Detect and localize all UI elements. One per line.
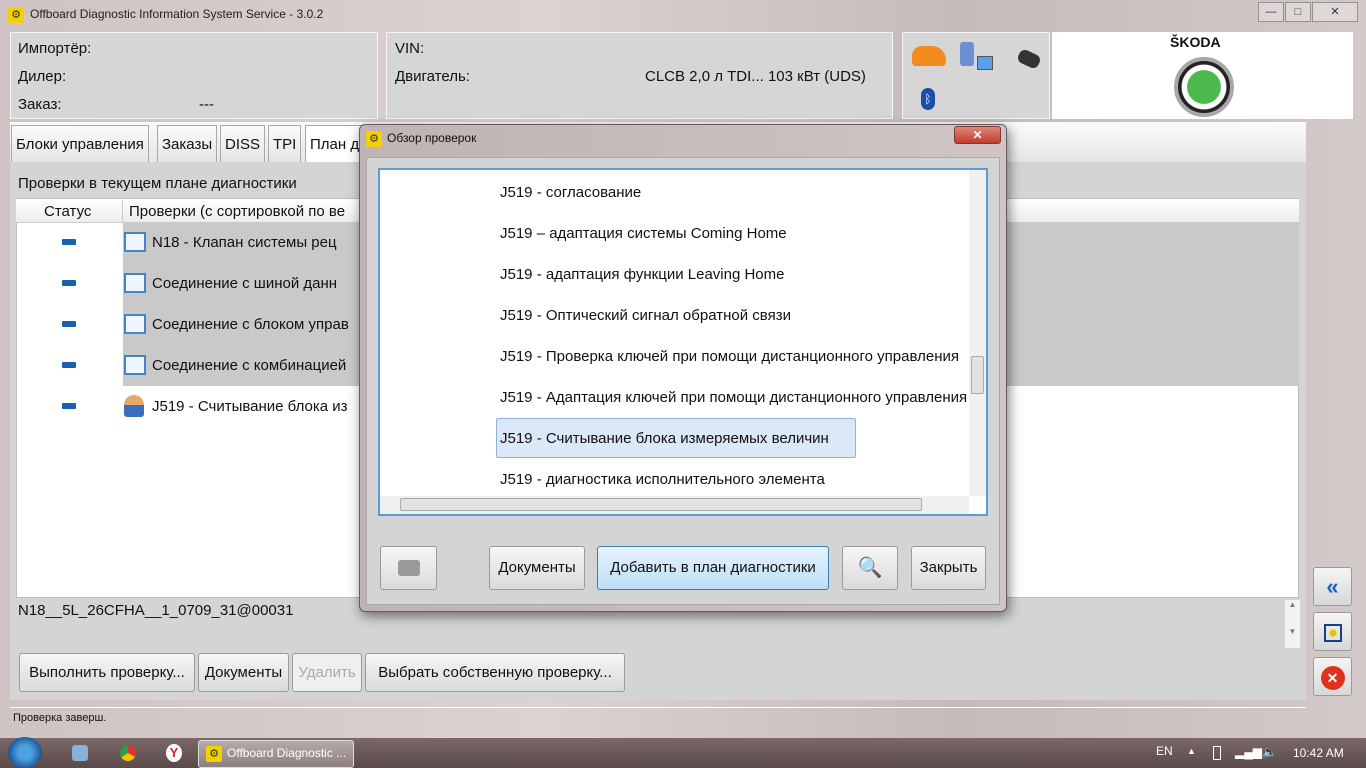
camera-button[interactable] [380,546,437,590]
run-check-button[interactable]: Выполнить проверку... [19,653,195,692]
table-row[interactable]: Соединение с комбинацией [152,357,346,374]
dialog-close-text-button[interactable]: Закрыть [911,546,986,590]
magnifier-icon: 🔍 [857,557,883,579]
search-button[interactable]: 🔍 [842,546,898,590]
taskbar-app-label: Offboard Diagnostic ... [227,746,347,760]
skoda-logo [1174,57,1234,117]
bluetooth-icon[interactable]: ᛒ [921,88,935,110]
server-network-icon[interactable] [960,42,974,66]
window-icon [124,273,146,293]
status-icon [62,362,76,368]
vertical-scroll-thumb[interactable] [971,356,984,394]
list-item[interactable]: J519 - Адаптация ключей при помощи диста… [500,389,969,406]
dialog-documents-button[interactable]: Документы [489,546,585,590]
status-icon [62,239,76,245]
importer-label: Импортёр: [18,40,92,57]
plan-heading: Проверки в текущем плане диагностики [18,175,297,192]
choose-own-check-button[interactable]: Выбрать собственную проверку... [365,653,625,692]
dialog-app-icon: ⚙ [366,131,382,147]
signal-icon[interactable]: ▂▄▆ [1235,745,1262,759]
car-icon[interactable] [912,46,946,66]
table-row[interactable]: Соединение с блоком управ [152,316,349,333]
monitor-icon [977,56,993,70]
vin-label: VIN: [395,40,425,57]
dialog-close-button[interactable]: ✕ [954,126,1001,144]
virtualbox-icon[interactable] [72,745,88,761]
table-row[interactable]: N18 - Клапан системы рец [152,234,337,251]
tab-orders[interactable]: Заказы [157,125,218,162]
table-row[interactable]: J519 - Считывание блока из [152,398,348,415]
brand-text: ŠKODA [1170,34,1221,50]
detail-scrollbar[interactable]: ▲ ▼ [1285,600,1300,648]
status-icon [62,280,76,286]
order-label: Заказ: [18,96,62,113]
horizontal-scroll-thumb[interactable] [400,498,922,511]
close-window-button[interactable]: ✕ [1312,2,1358,22]
start-button[interactable] [8,737,42,768]
column-status[interactable]: Статус [44,203,91,220]
table-row[interactable]: Соединение с шиной данн [152,275,337,292]
maximize-button[interactable]: □ [1285,2,1311,22]
taskbar-app-icon: ⚙ [206,746,222,762]
add-to-plan-button[interactable]: Добавить в план диагностики [597,546,829,590]
list-item[interactable]: J519 - Проверка ключей при помощи дистан… [500,348,969,365]
dealer-label: Дилер: [18,68,67,85]
app-engine-icon: ⚙ [8,7,24,23]
delete-button[interactable]: Удалить [292,653,362,692]
list-item-selected[interactable]: J519 - Считывание блока измеряемых велич… [500,430,829,447]
window-title: Offboard Diagnostic Information System S… [30,7,324,21]
list-item[interactable]: J519 - согласование [500,184,641,201]
tab-tpi[interactable]: TPI [268,125,302,162]
list-vertical-scrollbar[interactable] [969,170,986,496]
dialog-title: Обзор проверок [387,131,477,145]
list-item[interactable]: J519 - Оптический сигнал обратной связи [500,307,791,324]
window-icon [124,232,146,252]
status-icon [62,321,76,327]
show-hidden-icons[interactable]: ▲ [1187,746,1196,756]
window-icon [124,314,146,334]
chrome-icon[interactable] [120,745,136,761]
volume-icon[interactable]: 🔈 [1262,745,1277,759]
list-item[interactable]: J519 - диагностика исполнительного элеме… [500,471,825,488]
documents-button[interactable]: Документы [198,653,289,692]
exit-icon[interactable]: ✕ [1313,657,1352,696]
frame-select-icon[interactable] [1313,612,1352,651]
tab-control-units[interactable]: Блоки управления [11,125,149,162]
minimize-button[interactable]: — [1258,2,1284,22]
yandex-icon[interactable]: Y [166,744,182,762]
back-double-chevron-icon[interactable]: « [1313,567,1352,606]
test-detail-text: N18__5L_26CFHA__1_0709_31@00031 [18,602,294,619]
battery-icon[interactable] [1213,746,1221,760]
list-horizontal-scrollbar[interactable] [380,496,969,514]
tab-diagnostic-plan[interactable]: План д [305,125,365,162]
order-value: --- [199,96,214,113]
person-icon [124,395,144,417]
column-checks[interactable]: Проверки (с сортировкой по ве [129,203,345,220]
list-item[interactable]: J519 - адаптация функции Leaving Home [500,266,784,283]
status-icon [62,403,76,409]
list-item[interactable]: J519 – адаптация системы Coming Home [500,225,787,242]
camera-icon [397,560,420,577]
language-indicator[interactable]: EN [1156,744,1173,758]
engine-value: CLCB 2,0 л TDI... 103 кВт (UDS) [645,68,866,85]
checks-list [378,168,988,516]
engine-label: Двигатель: [395,68,470,85]
status-bar: Проверка заверш. [10,707,1306,728]
window-icon [124,355,146,375]
clock[interactable]: 10:42 AM [1293,746,1344,760]
tab-diss[interactable]: DISS [220,125,266,162]
